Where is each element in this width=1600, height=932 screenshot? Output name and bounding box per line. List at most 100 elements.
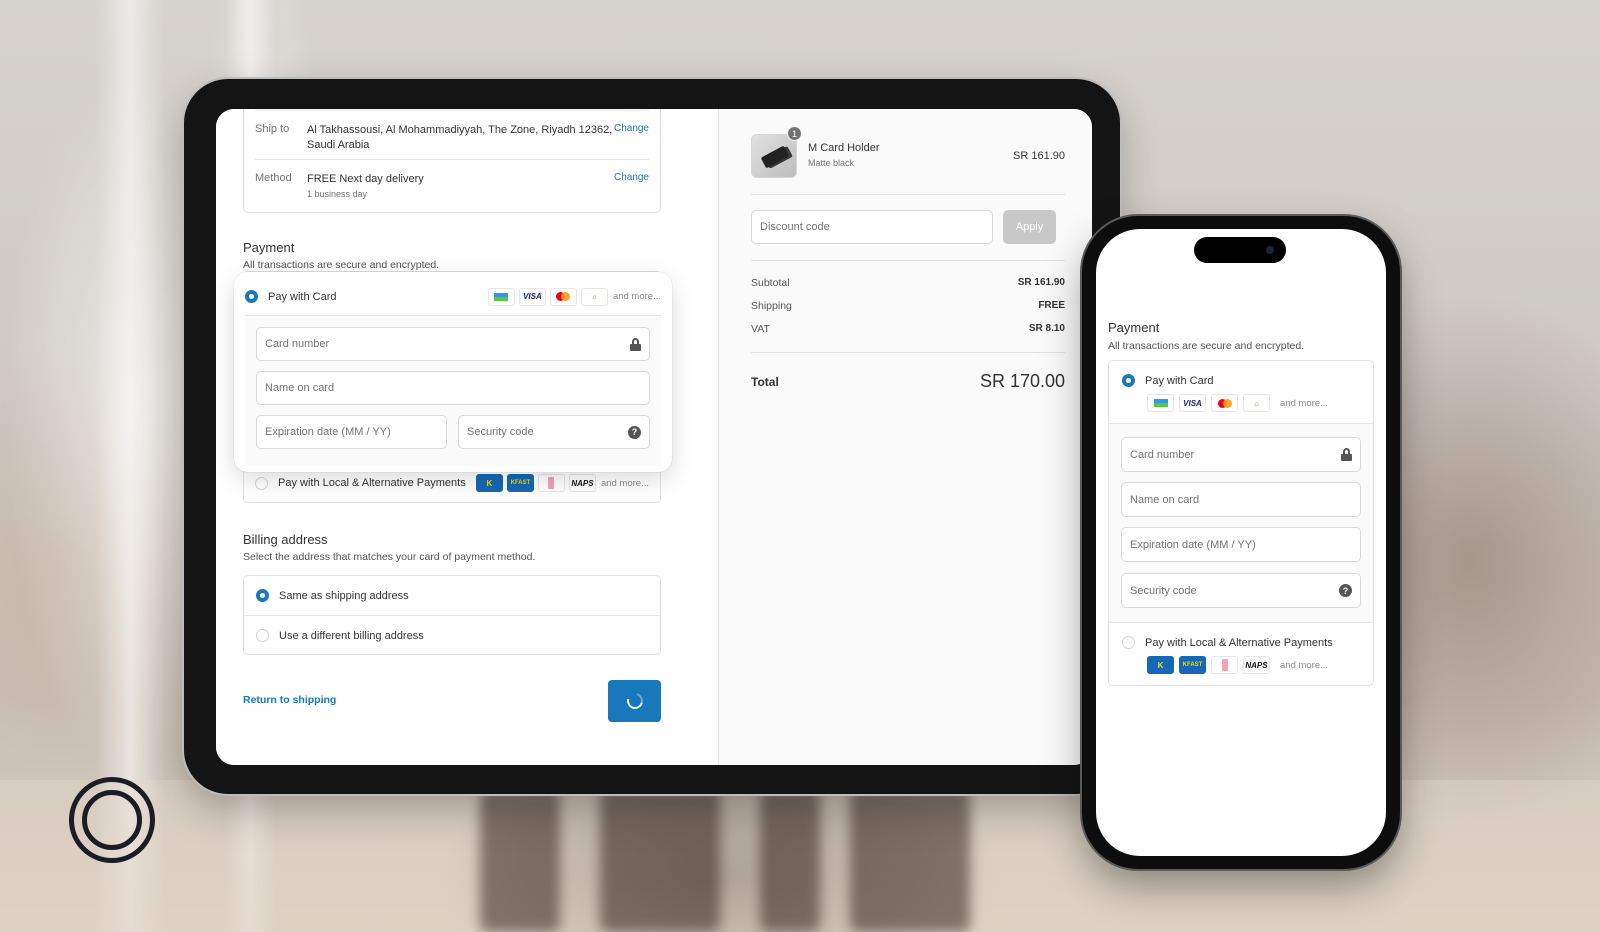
- sun-brand-icon: ☼: [580, 287, 608, 306]
- phone-alt-radio[interactable]: [1122, 636, 1135, 649]
- phone-card-payment-option[interactable]: Pay with Card: [1122, 374, 1213, 387]
- phone-alt-more: and more...: [1280, 659, 1329, 671]
- vat-label: VAT: [751, 323, 770, 335]
- phone-card-radio[interactable]: [1122, 374, 1135, 387]
- billing-different-option[interactable]: Use a different billing address: [256, 616, 648, 655]
- billing-subtitle: Select the address that matches your car…: [243, 551, 536, 563]
- change-ship-to-link[interactable]: Change: [614, 123, 649, 153]
- divider: [255, 159, 649, 160]
- card-brand-badges: VISA ☼: [487, 287, 608, 306]
- change-method-link[interactable]: Change: [614, 172, 649, 202]
- alt-payment-radio[interactable]: [255, 476, 268, 490]
- card-number-input[interactable]: Card number: [256, 327, 650, 361]
- shipping-value: FREE: [1038, 300, 1065, 311]
- alt-brand-badges: K KFAST NAPS: [475, 474, 596, 492]
- phone-card-fields: Card number Name on card Expiration date…: [1109, 423, 1373, 623]
- order-summary: 1 M Card Holder Matte black SR 161.90 Di…: [719, 109, 1092, 765]
- help-icon[interactable]: ?: [628, 425, 641, 439]
- expiration-placeholder: Expiration date (MM / YY): [265, 426, 391, 438]
- subtotal-value: SR 161.90: [1017, 277, 1065, 288]
- shipping-label: Shipping: [751, 300, 792, 312]
- vat-value: SR 8.10: [1028, 323, 1065, 334]
- discount-code-input[interactable]: Discount code: [751, 210, 993, 244]
- phone-card-more: and more...: [1280, 397, 1329, 409]
- card-number-placeholder: Card number: [265, 338, 330, 350]
- card-fields-area: Card number Name on card Expiration date…: [245, 316, 661, 466]
- phone-name-on-card-input[interactable]: Name on card: [1121, 482, 1361, 517]
- phone-payment-methods-card: Pay with Card VISA ☼ and more... Card nu…: [1108, 360, 1374, 686]
- alt-payment-option[interactable]: Pay with Local & Alternative Payments K …: [255, 469, 649, 497]
- background-clothes: [600, 790, 720, 932]
- mada-icon: [487, 287, 515, 306]
- apply-discount-button[interactable]: Apply: [1003, 210, 1056, 244]
- dynamic-island: [1194, 237, 1286, 263]
- billing-same-option[interactable]: Same as shipping address: [256, 576, 648, 615]
- phone-card-brands: VISA ☼ and more...: [1147, 394, 1328, 412]
- security-code-input[interactable]: Security code ?: [458, 415, 650, 449]
- phone-card-label: Pay with Card: [1145, 374, 1214, 387]
- card-more-label: and more...: [612, 291, 661, 302]
- visa-icon: VISA: [1179, 394, 1206, 412]
- method-name: FREE Next day delivery: [307, 173, 424, 185]
- divider: [751, 260, 1065, 261]
- divider: [751, 352, 1065, 353]
- sun-brand-icon: ☼: [1243, 394, 1270, 412]
- product-name: M Card Holder: [808, 142, 880, 154]
- method-value: FREE Next day delivery 1 business day: [307, 172, 614, 202]
- naps-icon: NAPS: [1243, 656, 1270, 674]
- phone-expiration-input[interactable]: Expiration date (MM / YY): [1121, 527, 1361, 562]
- card-payment-option[interactable]: Pay with Card VISA ☼ and more...: [245, 278, 661, 316]
- billing-different-label: Use a different billing address: [279, 629, 424, 642]
- phone-alt-label: Pay with Local & Alternative Payments: [1145, 636, 1333, 649]
- help-icon[interactable]: ?: [1339, 584, 1352, 597]
- background-clothes: [760, 790, 820, 932]
- divider: [255, 110, 649, 111]
- alt-more-label: and more...: [600, 477, 649, 489]
- mada-icon: [1147, 394, 1174, 412]
- phone-name-placeholder: Name on card: [1130, 493, 1200, 506]
- brand-logo-icon: [69, 777, 155, 863]
- billing-title: Billing address: [243, 532, 328, 547]
- ship-to-value: Al Takhassousi, Al Mohammadiyyah, The Zo…: [307, 123, 614, 153]
- kfast-icon: KFAST: [1179, 656, 1206, 674]
- phone-device: Payment All transactions are secure and …: [1082, 216, 1400, 869]
- name-on-card-input[interactable]: Name on card: [256, 371, 650, 405]
- method-row: Method FREE Next day delivery 1 business…: [255, 172, 649, 202]
- alt-payment-label: Pay with Local & Alternative Payments: [278, 477, 466, 489]
- product-variant: Matte black: [808, 158, 855, 168]
- phone-screen: Payment All transactions are secure and …: [1096, 229, 1386, 856]
- phone-payment-title: Payment: [1108, 320, 1160, 335]
- kfast-icon: KFAST: [506, 474, 534, 492]
- phone-alt-payment-option[interactable]: Pay with Local & Alternative Payments: [1122, 636, 1333, 649]
- security-code-placeholder: Security code: [467, 426, 534, 438]
- shipping-row: Shipping FREE: [751, 300, 1065, 312]
- vat-row: VAT SR 8.10: [751, 323, 1065, 335]
- phone-security-code-input[interactable]: Security code ?: [1121, 573, 1361, 608]
- card-payment-popout: Pay with Card VISA ☼ and more... Card nu…: [234, 272, 672, 472]
- return-to-shipping-link[interactable]: Return to shipping: [243, 694, 336, 706]
- ship-to-line1: Al Takhassousi, Al Mohammadiyyah, The Zo…: [307, 124, 613, 136]
- card-payment-radio[interactable]: [245, 290, 258, 303]
- ship-to-line2: Saudi Arabia: [307, 139, 370, 151]
- payment-title: Payment: [243, 240, 295, 255]
- pay-now-button[interactable]: [608, 680, 661, 722]
- product-thumbnail: [751, 134, 797, 178]
- expiration-date-input[interactable]: Expiration date (MM / YY): [256, 415, 447, 449]
- discount-placeholder: Discount code: [760, 221, 830, 233]
- phone-card-number-input[interactable]: Card number: [1121, 437, 1361, 472]
- lock-icon: [630, 337, 641, 351]
- pink-card-icon: [1211, 656, 1238, 674]
- tablet-screen: Ship to Al Takhassousi, Al Mohammadiyyah…: [216, 109, 1092, 765]
- method-label: Method: [255, 172, 292, 184]
- background-clothes: [850, 790, 970, 932]
- billing-same-radio[interactable]: [256, 589, 269, 602]
- mastercard-icon: [549, 287, 577, 306]
- ship-to-label: Ship to: [255, 123, 290, 135]
- checkout-main: Ship to Al Takhassousi, Al Mohammadiyyah…: [216, 109, 719, 765]
- billing-different-radio[interactable]: [256, 629, 269, 642]
- phone-security-placeholder: Security code: [1130, 584, 1197, 597]
- phone-expiration-placeholder: Expiration date (MM / YY): [1130, 538, 1256, 551]
- knet-icon: K: [475, 474, 503, 492]
- knet-icon: K: [1147, 656, 1174, 674]
- payment-subtitle: All transactions are secure and encrypte…: [243, 259, 440, 271]
